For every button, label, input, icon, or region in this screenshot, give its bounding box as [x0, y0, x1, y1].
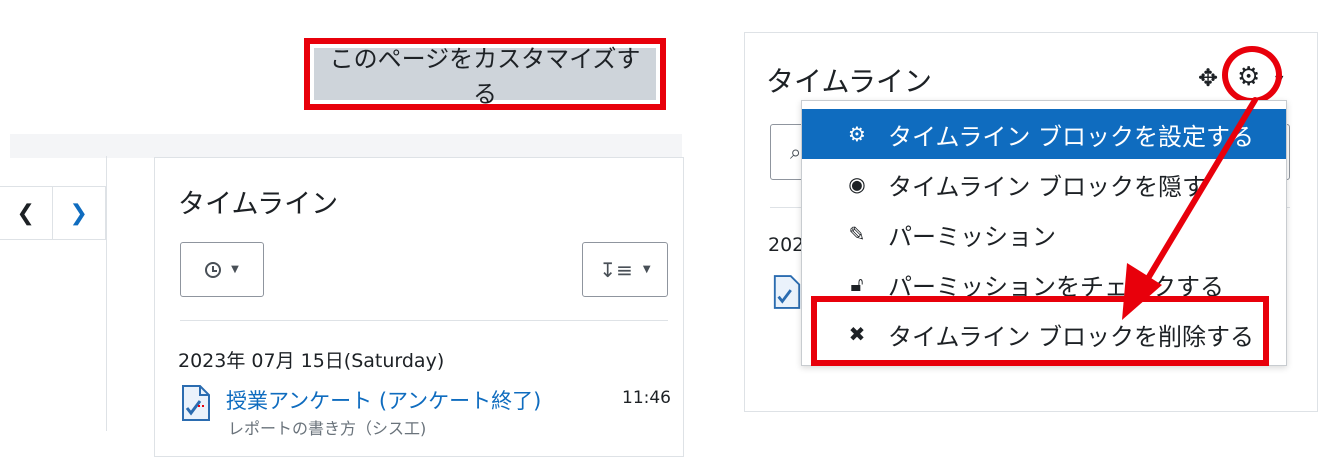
- activity-link[interactable]: 授業アンケート (アンケート終了): [226, 385, 541, 415]
- timeline-title: タイムライン: [766, 65, 933, 98]
- timeline-title: タイムライン: [178, 189, 339, 220]
- activity-course: レポートの書き方（シス工): [228, 419, 427, 438]
- page-header-strip: [10, 134, 682, 158]
- sort-dropdown[interactable]: ↧≡ ▼: [582, 242, 668, 297]
- search-icon: ⌕: [790, 140, 802, 164]
- date-fragment: 202: [768, 234, 805, 256]
- menu-item-label: パーミッション: [888, 222, 1056, 251]
- eye-icon: ◉: [848, 172, 866, 196]
- sort-icon: ↧≡: [599, 257, 633, 282]
- date-heading: 2023年 07月 15日(Saturday): [178, 350, 445, 372]
- calendar-nav: ❮ ❯: [0, 186, 106, 240]
- caret-down-icon: ▼: [642, 264, 651, 275]
- divider: [180, 320, 668, 321]
- activity-time: 11:46: [622, 388, 671, 408]
- feedback-activity-icon: [773, 275, 801, 309]
- time-filter-dropdown[interactable]: ▼: [180, 242, 264, 297]
- customize-page-button[interactable]: このページをカスタマイズする: [314, 45, 656, 108]
- feedback-activity-icon: [182, 385, 210, 421]
- move-icon[interactable]: ✥: [1198, 64, 1218, 92]
- chevron-left-icon[interactable]: ❮: [0, 187, 53, 239]
- chevron-right-icon[interactable]: ❯: [53, 187, 106, 239]
- red-arrow: [1122, 97, 1258, 320]
- unlock-icon: 🔓︎: [850, 272, 864, 296]
- caret-down-icon: ▼: [231, 264, 239, 275]
- edit-icon: ✎: [848, 222, 866, 246]
- clock-icon: [205, 261, 222, 278]
- column-divider: [106, 156, 107, 431]
- customize-highlight-box: このページをカスタマイズする: [304, 38, 666, 110]
- gear-icon: ⚙: [848, 122, 866, 146]
